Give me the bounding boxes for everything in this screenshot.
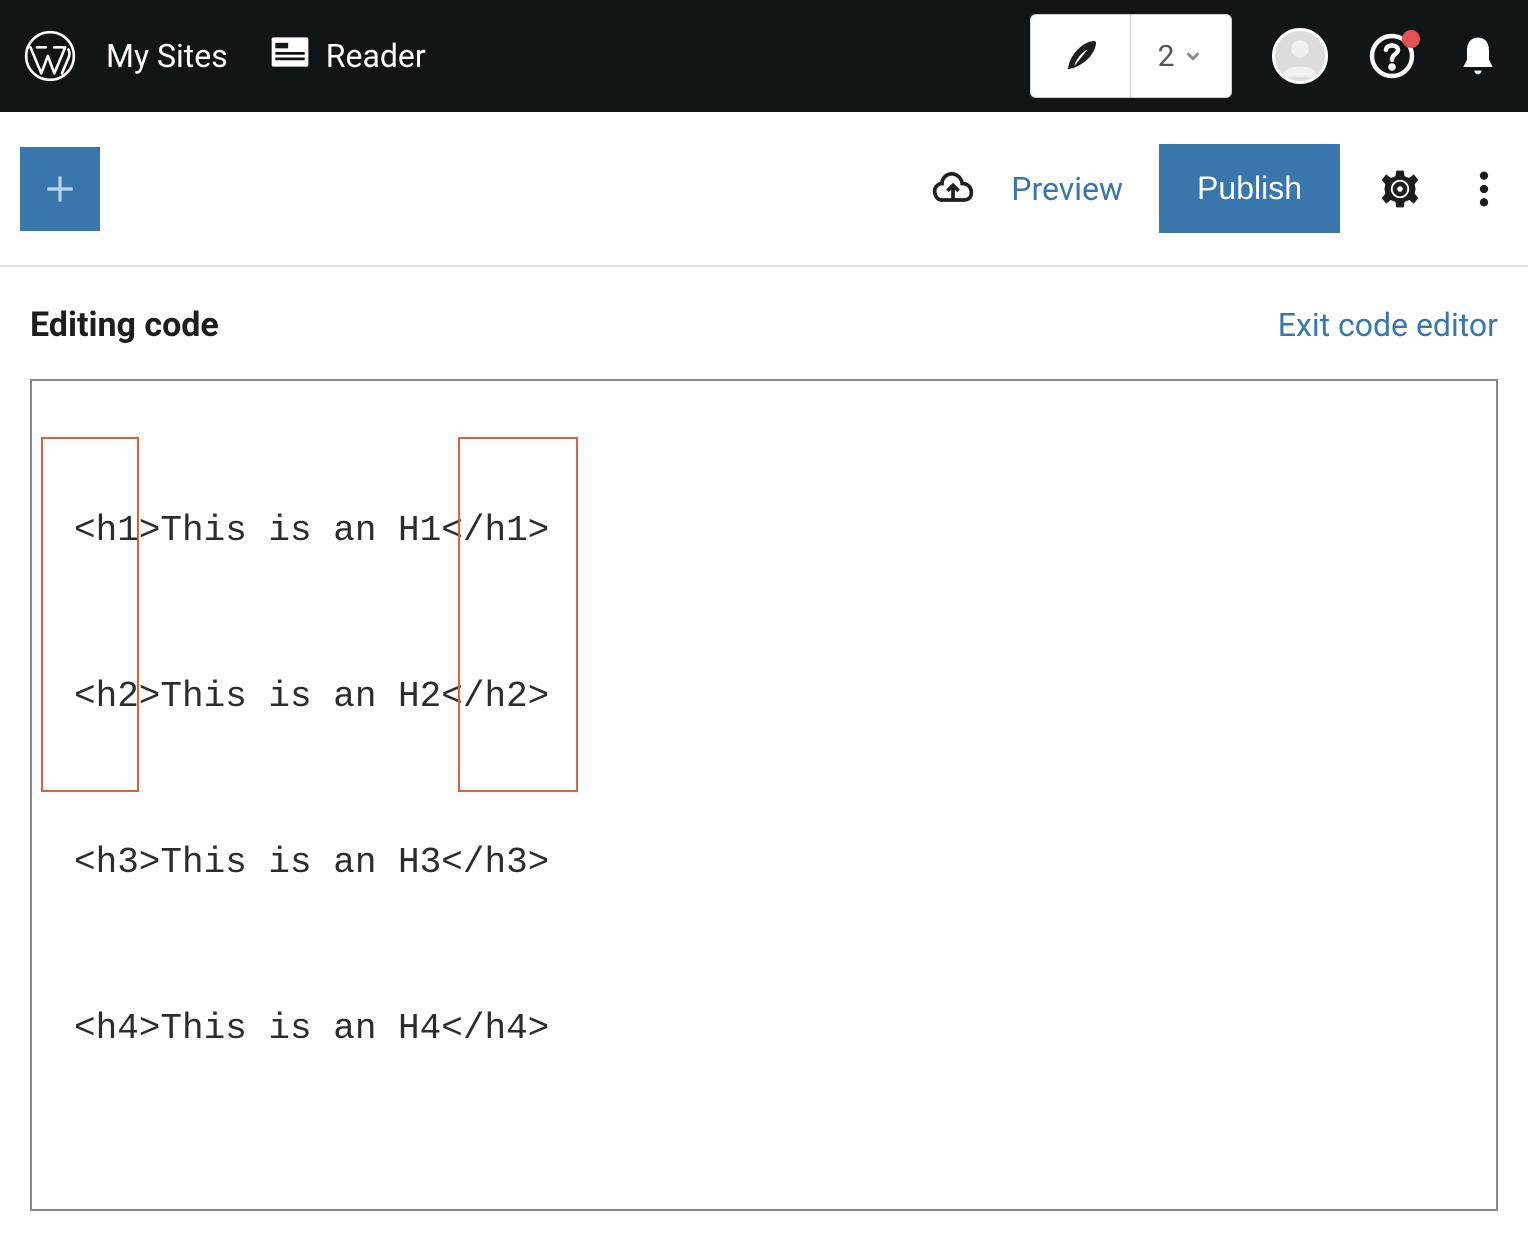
more-vertical-icon — [1479, 167, 1489, 211]
editing-code-heading: Editing code — [30, 305, 219, 345]
add-block-button[interactable] — [20, 147, 100, 231]
cloud-upload-icon — [931, 167, 975, 211]
help-button[interactable] — [1368, 32, 1416, 80]
reader-nav[interactable]: Reader — [258, 30, 436, 82]
write-icon — [1031, 15, 1131, 97]
chevron-down-icon — [1182, 45, 1204, 67]
gear-icon — [1378, 167, 1422, 211]
exit-code-editor-link[interactable]: Exit code editor — [1278, 306, 1498, 344]
my-sites-nav[interactable]: My Sites — [96, 37, 238, 75]
masterbar-right: 2 — [1030, 14, 1500, 98]
editor-area: Editing code Exit code editor <h1>This i… — [0, 267, 1528, 1241]
plus-icon — [41, 170, 79, 208]
reader-label: Reader — [326, 37, 426, 75]
masterbar: My Sites Reader 2 — [0, 0, 1528, 112]
more-options-button[interactable] — [1460, 167, 1508, 211]
code-line: <h1>This is an H1</h1> — [74, 513, 1454, 549]
notification-dot — [1402, 30, 1420, 48]
code-line: <h2>This is an H2</h2> — [74, 679, 1454, 715]
notifications-button[interactable] — [1456, 34, 1500, 78]
publish-button[interactable]: Publish — [1159, 144, 1340, 233]
editor-header: Editing code Exit code editor — [30, 305, 1498, 345]
code-editor-textarea[interactable]: <h1>This is an H1</h1> <h2>This is an H2… — [30, 379, 1498, 1211]
my-sites-label: My Sites — [106, 37, 228, 75]
preview-button[interactable]: Preview — [1011, 170, 1123, 208]
code-line: <h4>This is an H4</h4> — [74, 1011, 1454, 1047]
settings-button[interactable] — [1376, 167, 1424, 211]
code-content: <h1>This is an H1</h1> <h2>This is an H2… — [74, 441, 1454, 1119]
reader-icon — [268, 30, 312, 82]
toolbar-right: Preview Publish — [931, 144, 1508, 233]
wordpress-logo-icon[interactable] — [24, 30, 76, 82]
avatar[interactable] — [1272, 28, 1328, 84]
bell-icon — [1456, 34, 1500, 78]
code-line: <h3>This is an H3</h3> — [74, 845, 1454, 881]
masterbar-left: My Sites Reader — [24, 30, 436, 82]
write-count-dropdown[interactable]: 2 — [1131, 15, 1231, 97]
write-count: 2 — [1158, 39, 1175, 74]
write-widget[interactable]: 2 — [1030, 14, 1232, 98]
save-draft-button[interactable] — [931, 167, 975, 211]
editor-toolbar: Preview Publish — [0, 112, 1528, 267]
